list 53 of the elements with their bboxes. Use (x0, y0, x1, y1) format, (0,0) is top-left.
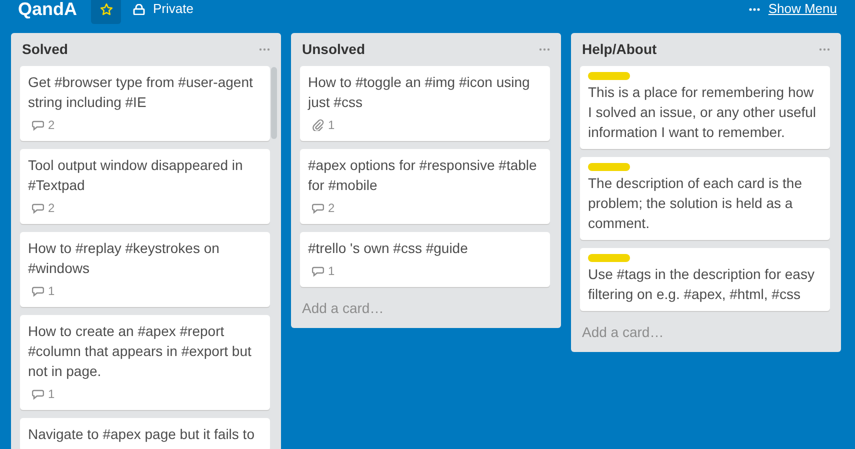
card-title: How to create an #apex #report #column that appears in #export but not in page. (28, 322, 252, 381)
star-button[interactable] (91, 0, 122, 24)
paperclip-icon (312, 119, 324, 131)
card[interactable]: This is a place for remembering how I solved an issue, or any other useful information I want to remember. (580, 66, 830, 149)
card-title: How to #replay #keystrokes on #windows (28, 239, 220, 278)
more-icon[interactable] (819, 48, 830, 51)
show-menu-link[interactable]: Show Menu (768, 0, 837, 19)
badge-count: 1 (48, 283, 55, 300)
card-title: #trello 's own #css #guide (308, 239, 469, 258)
card[interactable]: The description of each card is the problem; the solution is held as a comment. (580, 157, 830, 240)
card-label[interactable] (588, 163, 630, 171)
list-title[interactable]: Unsolved (302, 39, 366, 60)
comment-icon (312, 266, 324, 276)
card[interactable]: #trello 's own #css #guide 1 (300, 232, 550, 287)
board-title[interactable]: QandA (18, 0, 78, 18)
card-title: Get #browser type from #user-agent string including #IE (28, 73, 254, 112)
scrollbar[interactable] (271, 67, 277, 139)
star-icon (100, 2, 113, 16)
card[interactable]: #apex options for #responsive #table for #mobile 2 (300, 149, 550, 224)
card[interactable]: Use #tags in the description for easy filtering on e.g. #apex, #html, #css (580, 248, 830, 311)
card-label[interactable] (588, 254, 630, 262)
card[interactable]: Navigate to #apex page but it fails to (20, 418, 270, 449)
badge-count: 1 (328, 263, 335, 280)
comment-icon (32, 120, 44, 130)
card-title: How to #toggle an #img #icon using just #css (308, 73, 531, 112)
badge-count: 1 (328, 117, 335, 134)
comment-icon (32, 202, 44, 214)
comment-icon (312, 202, 324, 214)
card[interactable]: How to #toggle an #img #icon using just #css 1 (300, 66, 550, 141)
card-title: Tool output window disappeared in #Textpad (28, 156, 244, 195)
card-title: This is a place for remembering how I solved an issue, or any other useful information I want to remember. (588, 83, 818, 142)
list-title[interactable]: Solved (22, 39, 68, 60)
lock-icon (133, 4, 146, 14)
card-title: The description of each card is the problem; the solution is held as a comment. (588, 174, 804, 233)
more-icon[interactable] (749, 8, 760, 10)
badge-count: 2 (48, 200, 55, 217)
comment-icon (32, 286, 44, 296)
card[interactable]: How to create an #apex #report #column that appears in #export but not in page. 1 (20, 315, 270, 410)
badge-count: 2 (328, 200, 335, 217)
list-title[interactable]: Help/About (582, 39, 657, 60)
card[interactable]: Tool output window disappeared in #Textpad 2 (20, 149, 270, 224)
card[interactable]: How to #replay #keystrokes on #windows 1 (20, 232, 270, 307)
comment-icon (32, 388, 44, 400)
card-label[interactable] (588, 72, 630, 80)
card-title: Navigate to #apex page but it fails to (28, 425, 256, 444)
card[interactable]: Get #browser type from #user-agent string including #IE 2 (20, 66, 270, 141)
visibility-button[interactable]: Private (133, 0, 194, 19)
card-title: #apex options for #responsive #table for #mobile (308, 156, 538, 195)
more-icon[interactable] (259, 48, 270, 51)
card-title: Use #tags in the description for easy filtering on e.g. #apex, #html, #css (588, 265, 816, 304)
badge-count: 2 (48, 117, 55, 134)
more-icon[interactable] (539, 48, 550, 51)
badge-count: 1 (48, 386, 55, 403)
